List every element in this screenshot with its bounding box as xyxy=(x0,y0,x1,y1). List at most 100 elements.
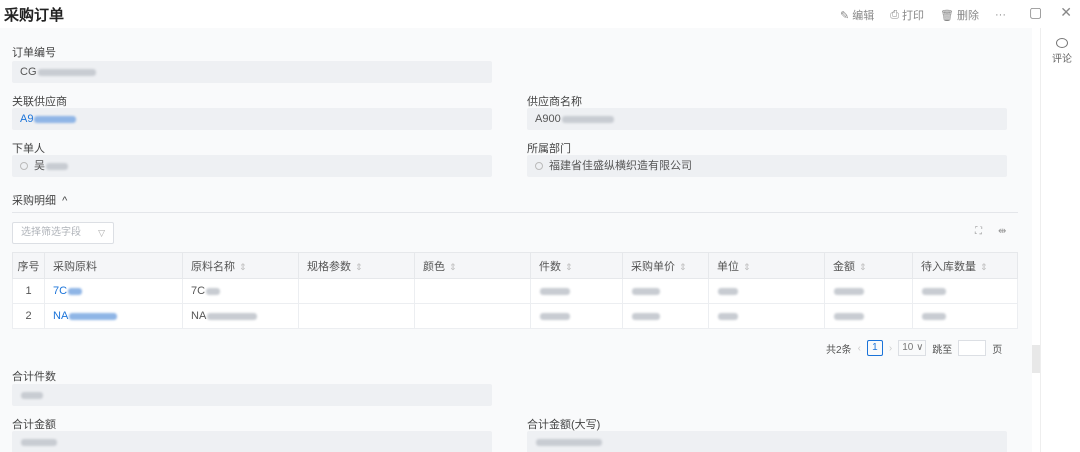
orderer-field: 吴 xyxy=(12,155,492,177)
supplier-name-value: A900 xyxy=(535,113,561,125)
print-label: 打印 xyxy=(902,10,925,22)
col-header[interactable]: 颜色 ⇕ xyxy=(414,252,531,279)
orderer-label: 下单人 xyxy=(12,143,45,155)
section-title: 采购明细 xyxy=(12,195,56,207)
header-actions: ✎ 编辑 ⎙ 打印 🗑 删除 ··· xyxy=(840,7,1006,23)
col-header[interactable]: 采购原料 xyxy=(44,252,183,279)
department-icon xyxy=(535,162,543,171)
purchase-details-table: 序号 采购原料 原料名称 ⇕ 规格参数 ⇕ 颜色 ⇕ 件数 ⇕ 采购单价 ⇕ 单位 ⇕ 金额… xyxy=(12,252,1018,329)
order-no-value: CG xyxy=(20,66,37,78)
delete-button[interactable]: 🗑 删除 xyxy=(940,7,979,23)
sort-icon: ⇕ xyxy=(980,261,988,272)
material-name: NA xyxy=(182,303,299,329)
page-header: 采购订单 ✎ 编辑 ⎙ 打印 🗑 删除 ··· ▢ ✕ xyxy=(0,0,1080,28)
sort-icon: ⇕ xyxy=(743,261,751,272)
next-page-icon[interactable]: › xyxy=(889,343,892,354)
pencil-icon: ✎ xyxy=(840,9,850,22)
supplier-value: A9 xyxy=(20,113,34,125)
material-link[interactable]: NA xyxy=(44,303,183,329)
filter-field-select[interactable]: 选择筛选字段 ▽ xyxy=(12,222,114,244)
col-header[interactable]: 件数 ⇕ xyxy=(530,252,623,279)
cell xyxy=(824,303,913,329)
print-button[interactable]: ⎙ 打印 xyxy=(890,7,924,23)
page-title: 采购订单 xyxy=(4,7,65,24)
total-qty-label: 合计件数 xyxy=(12,371,56,383)
pagination: 共2条 ‹ 1 › 10 ∨ 跳至 页 xyxy=(826,340,1002,356)
sort-icon: ⇕ xyxy=(565,261,573,272)
right-rail: 评论 xyxy=(1040,28,1080,452)
col-header[interactable]: 原料名称 ⇕ xyxy=(182,252,299,279)
order-no-label: 订单编号 xyxy=(12,47,56,59)
supplier-name-field: A900 xyxy=(527,108,1007,130)
cell xyxy=(824,278,913,304)
fullscreen-icon[interactable]: ⛶ xyxy=(975,226,982,237)
goto-page-input[interactable] xyxy=(958,340,987,356)
close-icon[interactable]: ✕ xyxy=(1060,4,1072,21)
department-label: 所属部门 xyxy=(527,143,571,155)
total-qty-field xyxy=(12,384,492,406)
material-link[interactable]: 7C xyxy=(44,278,183,304)
col-header[interactable]: 规格参数 ⇕ xyxy=(298,252,415,279)
page-button[interactable]: 1 xyxy=(866,340,883,356)
prev-page-icon[interactable]: ‹ xyxy=(858,343,861,354)
cell xyxy=(708,303,825,329)
comment-label: 评论 xyxy=(1052,54,1072,65)
section-purchase-details[interactable]: 采购明细 ^ xyxy=(12,192,67,208)
table-row: 1 7C 7C xyxy=(12,278,1018,304)
material-name: 7C xyxy=(182,278,299,304)
supplier-label: 关联供应商 xyxy=(12,96,67,108)
order-no-field: CG xyxy=(12,61,492,83)
cell xyxy=(298,303,415,329)
pager-total: 共2条 xyxy=(826,344,852,356)
table-header-row: 序号 采购原料 原料名称 ⇕ 规格参数 ⇕ 颜色 ⇕ 件数 ⇕ 采购单价 ⇕ 单位 ⇕ 金额… xyxy=(12,252,1018,279)
cell xyxy=(708,278,825,304)
chevron-up-icon: ^ xyxy=(62,195,68,207)
maximize-icon[interactable]: ▢ xyxy=(1029,4,1042,21)
sort-icon: ⇕ xyxy=(239,261,247,272)
person-icon xyxy=(20,162,28,171)
cell xyxy=(622,303,709,329)
collapse-handle[interactable] xyxy=(1032,345,1040,373)
col-header[interactable]: 采购单价 ⇕ xyxy=(622,252,709,279)
chevron-down-icon: ▽ xyxy=(98,228,105,238)
col-header[interactable]: 单位 ⇕ xyxy=(708,252,825,279)
more-button[interactable]: ··· xyxy=(995,7,1006,23)
supplier-field[interactable]: A9 xyxy=(12,108,492,130)
cell xyxy=(530,303,623,329)
cell xyxy=(298,278,415,304)
supplier-name-label: 供应商名称 xyxy=(527,96,582,108)
sort-icon: ⇕ xyxy=(449,261,457,272)
department-value: 福建省佳盛纵横织造有限公司 xyxy=(549,160,692,172)
edit-button[interactable]: ✎ 编辑 xyxy=(840,7,874,23)
department-field: 福建省佳盛纵横织造有限公司 xyxy=(527,155,1007,177)
sort-icon: ⇕ xyxy=(679,261,687,272)
row-index: 2 xyxy=(12,303,45,329)
printer-icon: ⎙ xyxy=(890,8,900,21)
column-resize-icon[interactable]: ⇹ xyxy=(998,226,1006,237)
page-size-select[interactable]: 10 ∨ xyxy=(898,340,927,356)
goto-label: 跳至 xyxy=(932,344,953,356)
total-amount-label: 合计金额 xyxy=(12,419,56,431)
comment-button[interactable]: 评论 xyxy=(1049,38,1075,65)
total-amount-cn-label: 合计金额(大写) xyxy=(527,419,601,431)
trash-icon: 🗑 xyxy=(940,9,954,22)
cell xyxy=(530,278,623,304)
cell xyxy=(414,303,531,329)
comment-icon xyxy=(1056,38,1068,48)
filter-placeholder: 选择筛选字段 xyxy=(21,227,81,238)
cell xyxy=(622,278,709,304)
edit-label: 编辑 xyxy=(852,10,875,22)
delete-label: 删除 xyxy=(957,10,979,22)
table-row: 2 NA NA xyxy=(12,303,1018,329)
cell xyxy=(414,278,531,304)
total-amount-cn-field xyxy=(527,431,1007,452)
col-header[interactable]: 待入库数量 ⇕ xyxy=(912,252,1018,279)
col-header: 序号 xyxy=(12,252,45,279)
section-divider xyxy=(12,212,1018,213)
cell xyxy=(912,278,1018,304)
page-unit-label: 页 xyxy=(992,344,1003,356)
sort-icon: ⇕ xyxy=(355,261,363,272)
total-amount-field xyxy=(12,431,492,452)
col-header[interactable]: 金额 ⇕ xyxy=(824,252,913,279)
cell xyxy=(912,303,1018,329)
